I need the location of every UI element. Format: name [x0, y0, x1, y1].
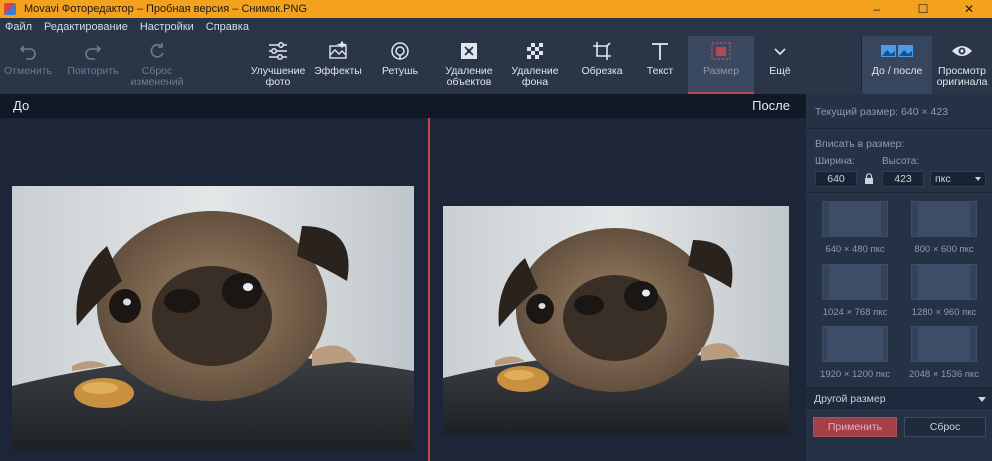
remove-background-icon — [524, 36, 546, 66]
toolbar: Отменить Повторить Сброс изменений Улучш… — [0, 36, 992, 94]
reset-button[interactable]: Сброс — [904, 417, 986, 437]
resize-icon — [710, 36, 732, 66]
lock-icon[interactable] — [864, 173, 874, 184]
title-bar: Movavi Фоторедактор – Пробная версия – С… — [0, 0, 992, 18]
preset-label: 800 × 600 пкс — [914, 244, 974, 255]
menu-edit[interactable]: Редактирование — [38, 21, 134, 33]
view-original-button[interactable]: Просмотр оригинала — [932, 36, 992, 94]
effects-label: Эффекты — [314, 65, 362, 77]
preset-label: 1024 × 768 пкс — [822, 307, 888, 318]
after-label: После — [752, 98, 790, 113]
apply-button[interactable]: Применить — [813, 417, 897, 437]
preset-label: 1920 × 1200 пкс — [820, 369, 890, 380]
menu-settings[interactable]: Настройки — [134, 21, 200, 33]
minimize-button[interactable]: – — [854, 0, 900, 18]
preset-thumbnail — [822, 201, 888, 237]
preset-label: 640 × 480 пкс — [825, 244, 885, 255]
window-controls: – ☐ ✕ — [854, 0, 992, 18]
redo-label: Повторить — [67, 65, 119, 77]
compare-area: До После — [0, 94, 806, 461]
resize-label: Размер — [702, 65, 740, 77]
width-input[interactable]: 640 — [815, 171, 857, 187]
more-label: Ещё — [769, 65, 791, 77]
panel-divider — [806, 128, 992, 129]
preset-thumbnail — [822, 264, 888, 300]
compare-divider[interactable] — [428, 118, 430, 461]
preset-thumbnail — [822, 326, 888, 362]
undo-button[interactable]: Отменить — [0, 36, 56, 94]
preset-thumbnail — [911, 326, 977, 362]
undo-label: Отменить — [4, 65, 52, 77]
text-icon — [649, 36, 671, 66]
view-original-label: Просмотр оригинала — [936, 65, 988, 88]
before-after-icon — [880, 36, 914, 66]
menu-file[interactable]: Файл — [0, 21, 38, 33]
preset-800x600[interactable]: 800 × 600 пкс — [900, 199, 988, 259]
other-size-dropdown[interactable]: Другой размер — [806, 387, 992, 409]
chevron-down-icon — [773, 36, 787, 66]
after-photo — [443, 206, 789, 434]
height-label: Высота: — [882, 156, 920, 167]
compare-header: До После — [0, 94, 806, 118]
panel-divider-2 — [806, 192, 992, 193]
menu-bar: Файл Редактирование Настройки Справка — [0, 18, 992, 36]
unit-select-value: пкс — [935, 173, 951, 185]
magic-image-icon — [327, 36, 349, 66]
crop-icon — [591, 36, 613, 66]
redo-icon — [83, 36, 103, 66]
before-photo — [12, 186, 414, 450]
text-button[interactable]: Текст — [634, 36, 686, 94]
crop-button[interactable]: Обрезка — [572, 36, 632, 94]
enhance-photo-button[interactable]: Улучшение фото — [246, 36, 310, 94]
preset-thumbnail — [911, 201, 977, 237]
redo-button[interactable]: Повторить — [61, 36, 125, 94]
preset-thumbnail — [911, 264, 977, 300]
remove-background-button[interactable]: Удаление фона — [503, 36, 567, 94]
resize-button[interactable]: Размер — [688, 36, 754, 94]
current-size-text: Текущий размер: 640 × 423 — [815, 106, 949, 118]
preset-label: 1280 × 960 пкс — [911, 307, 977, 318]
remove-background-label: Удаление фона — [511, 65, 559, 88]
retouch-label: Ретушь — [381, 65, 419, 77]
more-button[interactable]: Ещё — [756, 36, 804, 94]
preset-1024x768[interactable]: 1024 × 768 пкс — [811, 262, 899, 322]
other-size-label: Другой размер — [814, 393, 886, 405]
preset-1280x960[interactable]: 1280 × 960 пкс — [900, 262, 988, 322]
width-label: Ширина: — [815, 156, 855, 167]
resize-panel: Текущий размер: 640 × 423 Вписать в разм… — [806, 94, 992, 461]
eye-icon — [951, 36, 973, 66]
remove-objects-label: Удаление объектов — [445, 65, 493, 88]
unit-caret-icon — [975, 177, 981, 181]
crop-label: Обрезка — [581, 65, 623, 77]
fit-to-size-label: Вписать в размер: — [815, 138, 905, 150]
preset-1920x1200[interactable]: 1920 × 1200 пкс — [811, 324, 899, 384]
chevron-down-icon — [978, 397, 986, 402]
effects-button[interactable]: Эффекты — [310, 36, 366, 94]
undo-icon — [18, 36, 38, 66]
preset-640x480[interactable]: 640 × 480 пкс — [811, 199, 899, 259]
text-label: Текст — [646, 65, 674, 77]
refresh-icon — [147, 36, 167, 66]
unit-select[interactable]: пкс — [930, 171, 986, 187]
sliders-icon — [267, 36, 289, 66]
before-after-label: До / после — [871, 65, 923, 77]
menu-help[interactable]: Справка — [200, 21, 255, 33]
reset-changes-button[interactable]: Сброс изменений — [125, 36, 189, 94]
before-after-button[interactable]: До / после — [862, 36, 932, 94]
reset-changes-label: Сброс изменений — [130, 65, 184, 88]
height-input[interactable]: 423 — [882, 171, 924, 187]
close-button[interactable]: ✕ — [946, 0, 992, 18]
remove-objects-button[interactable]: Удаление объектов — [436, 36, 502, 94]
retouch-icon — [389, 36, 411, 66]
preset-label: 2048 × 1536 пкс — [909, 369, 979, 380]
before-label: До — [13, 98, 30, 113]
retouch-button[interactable]: Ретушь — [370, 36, 430, 94]
app-logo-icon — [4, 3, 16, 15]
preset-2048x1536[interactable]: 2048 × 1536 пкс — [900, 324, 988, 384]
remove-object-icon — [458, 36, 480, 66]
window-title: Movavi Фоторедактор – Пробная версия – С… — [24, 3, 307, 15]
enhance-photo-label: Улучшение фото — [250, 65, 306, 88]
maximize-button[interactable]: ☐ — [900, 0, 946, 18]
